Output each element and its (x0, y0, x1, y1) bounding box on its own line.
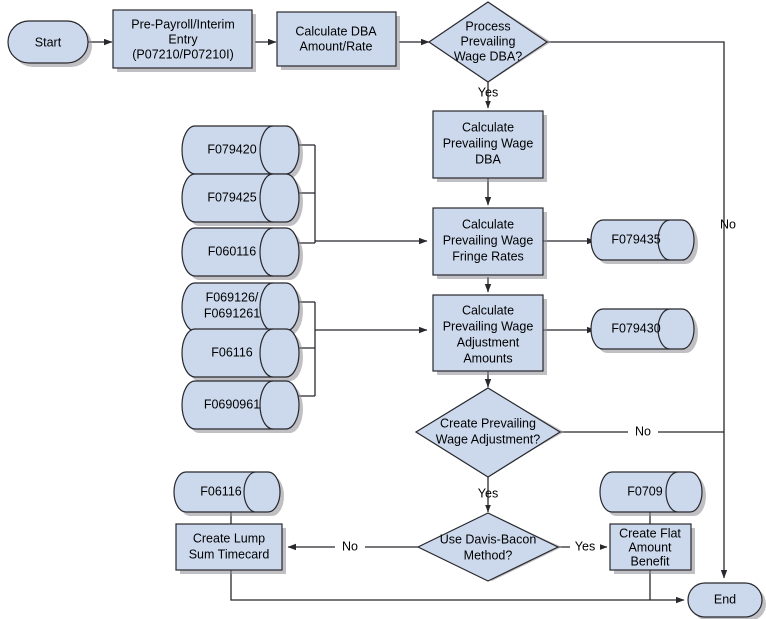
datastore-f079420[interactable]: F079420 (181, 125, 303, 178)
datastore-f079425[interactable]: F079425 (181, 173, 303, 226)
flatbenefit-label-line1: Create Flat (619, 526, 681, 540)
calcpwdba-label-line2: Prevailing Wage (443, 136, 534, 150)
node-calculate-prevailing-wage-fringe-rates[interactable]: Calculate Prevailing Wage Fringe Rates (432, 207, 547, 279)
edge-lumpsum-to-end (230, 570, 685, 604)
datastore-f079430[interactable]: F079430 (590, 308, 698, 353)
adjustment-label-line2: Prevailing Wage (443, 319, 534, 333)
datastore-f069126[interactable]: F069126/ F0691261 (181, 282, 303, 335)
davisbacon-label-line2: Method? (464, 548, 513, 562)
node-create-flat-amount-benefit[interactable]: Create Flat Amount Benefit (609, 523, 695, 574)
datastore-f060116[interactable]: F060116 (181, 227, 303, 280)
datastore-f0709[interactable]: F0709 (599, 471, 706, 516)
davisbacon-shape (416, 512, 560, 582)
end-label: End (714, 592, 736, 606)
datastore-f0690961[interactable]: F0690961 (181, 380, 303, 433)
f079430-label: F079430 (611, 321, 660, 335)
node-calculate-prevailing-wage-dba[interactable]: Calculate Prevailing Wage DBA (432, 110, 547, 182)
prepayroll-label-line3: (P07210/P07210I) (132, 47, 233, 61)
davisbacon-label-line1: Use Davis-Bacon (440, 532, 537, 546)
fringe-label-line2: Prevailing Wage (443, 233, 534, 247)
node-use-davis-bacon-method-decision[interactable]: Use Davis-Bacon Method? (416, 512, 562, 582)
edge-label-yes-davis-bacon: Yes (575, 539, 595, 553)
flowchart-canvas: Start Pre-Payroll/Interim Entry (P07210/… (0, 0, 766, 619)
node-end[interactable]: End (687, 582, 766, 619)
edge-label-yes-create-adj: Yes (478, 486, 498, 500)
datastore-f06116-upper[interactable]: F06116 (181, 328, 303, 381)
f060116-label: F060116 (208, 244, 256, 258)
datastore-f079435[interactable]: F079435 (590, 219, 698, 264)
node-pre-payroll-entry[interactable]: Pre-Payroll/Interim Entry (P07210/P07210… (112, 9, 256, 72)
fringe-label-line3: Fringe Rates (452, 249, 524, 263)
node-create-prevailing-wage-adjustment-decision[interactable]: Create Prevailing Wage Adjustment? (414, 387, 564, 478)
node-create-lump-sum-timecard[interactable]: Create Lump Sum Timecard (175, 523, 286, 574)
prepayroll-label-line1: Pre-Payroll/Interim (131, 17, 235, 31)
adjustment-label-line3: Adjustment (457, 335, 520, 349)
calcpwdba-label-line3: DBA (475, 152, 501, 166)
edge-label-yes-process-dba: Yes (478, 85, 498, 99)
node-calculate-prevailing-wage-adjustment-amounts[interactable]: Calculate Prevailing Wage Adjustment Amo… (432, 294, 547, 375)
processdecision-label-line1: Process (465, 19, 510, 33)
calcdba-label-line1: Calculate DBA (295, 24, 377, 38)
node-process-prevailing-wage-dba-decision[interactable]: Process Prevailing Wage DBA? (427, 1, 551, 83)
datastore-f06116-lower[interactable]: F06116 (173, 471, 284, 516)
calcpwdba-label-line1: Calculate (462, 120, 514, 134)
node-start[interactable]: Start (7, 20, 92, 67)
f06116-upper-label: F06116 (211, 345, 253, 359)
flatbenefit-label-line2: Amount (628, 540, 672, 554)
lumpsum-label-line1: Create Lump (193, 531, 265, 545)
processdecision-label-line3: Wage DBA? (454, 49, 522, 63)
edge-label-no-davis-bacon: No (342, 539, 358, 553)
fringe-label-line1: Calculate (462, 217, 514, 231)
f079420-label: F079420 (207, 142, 256, 156)
start-label: Start (35, 35, 62, 49)
f06116-lower-label: F06116 (200, 484, 242, 498)
f0690961-label: F0690961 (204, 397, 260, 411)
f069126-label-line1: F069126/ (206, 290, 259, 304)
node-calculate-dba-amount-rate[interactable]: Calculate DBA Amount/Rate (276, 11, 400, 70)
prepayroll-label-line2: Entry (168, 32, 198, 46)
flatbenefit-label-line3: Benefit (631, 554, 670, 568)
f0709-label: F0709 (627, 484, 662, 498)
f079435-label: F079435 (611, 232, 660, 246)
adjustment-label-line4: Amounts (463, 351, 512, 365)
lumpsum-label-line2: Sum Timecard (189, 547, 270, 561)
createadjdecision-label-line1: Create Prevailing (440, 416, 536, 430)
adjustment-label-line1: Calculate (462, 303, 514, 317)
f079425-label: F079425 (207, 190, 256, 204)
processdecision-label-line2: Prevailing (461, 34, 516, 48)
edge-label-no-create-adj: No (635, 424, 651, 438)
f069126-label-line2: F0691261 (204, 306, 260, 320)
createadjdecision-label-line2: Wage Adjustment? (436, 432, 541, 446)
flowchart-svg: Start Pre-Payroll/Interim Entry (P07210/… (7, 1, 766, 619)
edge-label-no-process-dba: No (720, 217, 736, 231)
calcdba-label-line2: Amount/Rate (300, 39, 373, 53)
